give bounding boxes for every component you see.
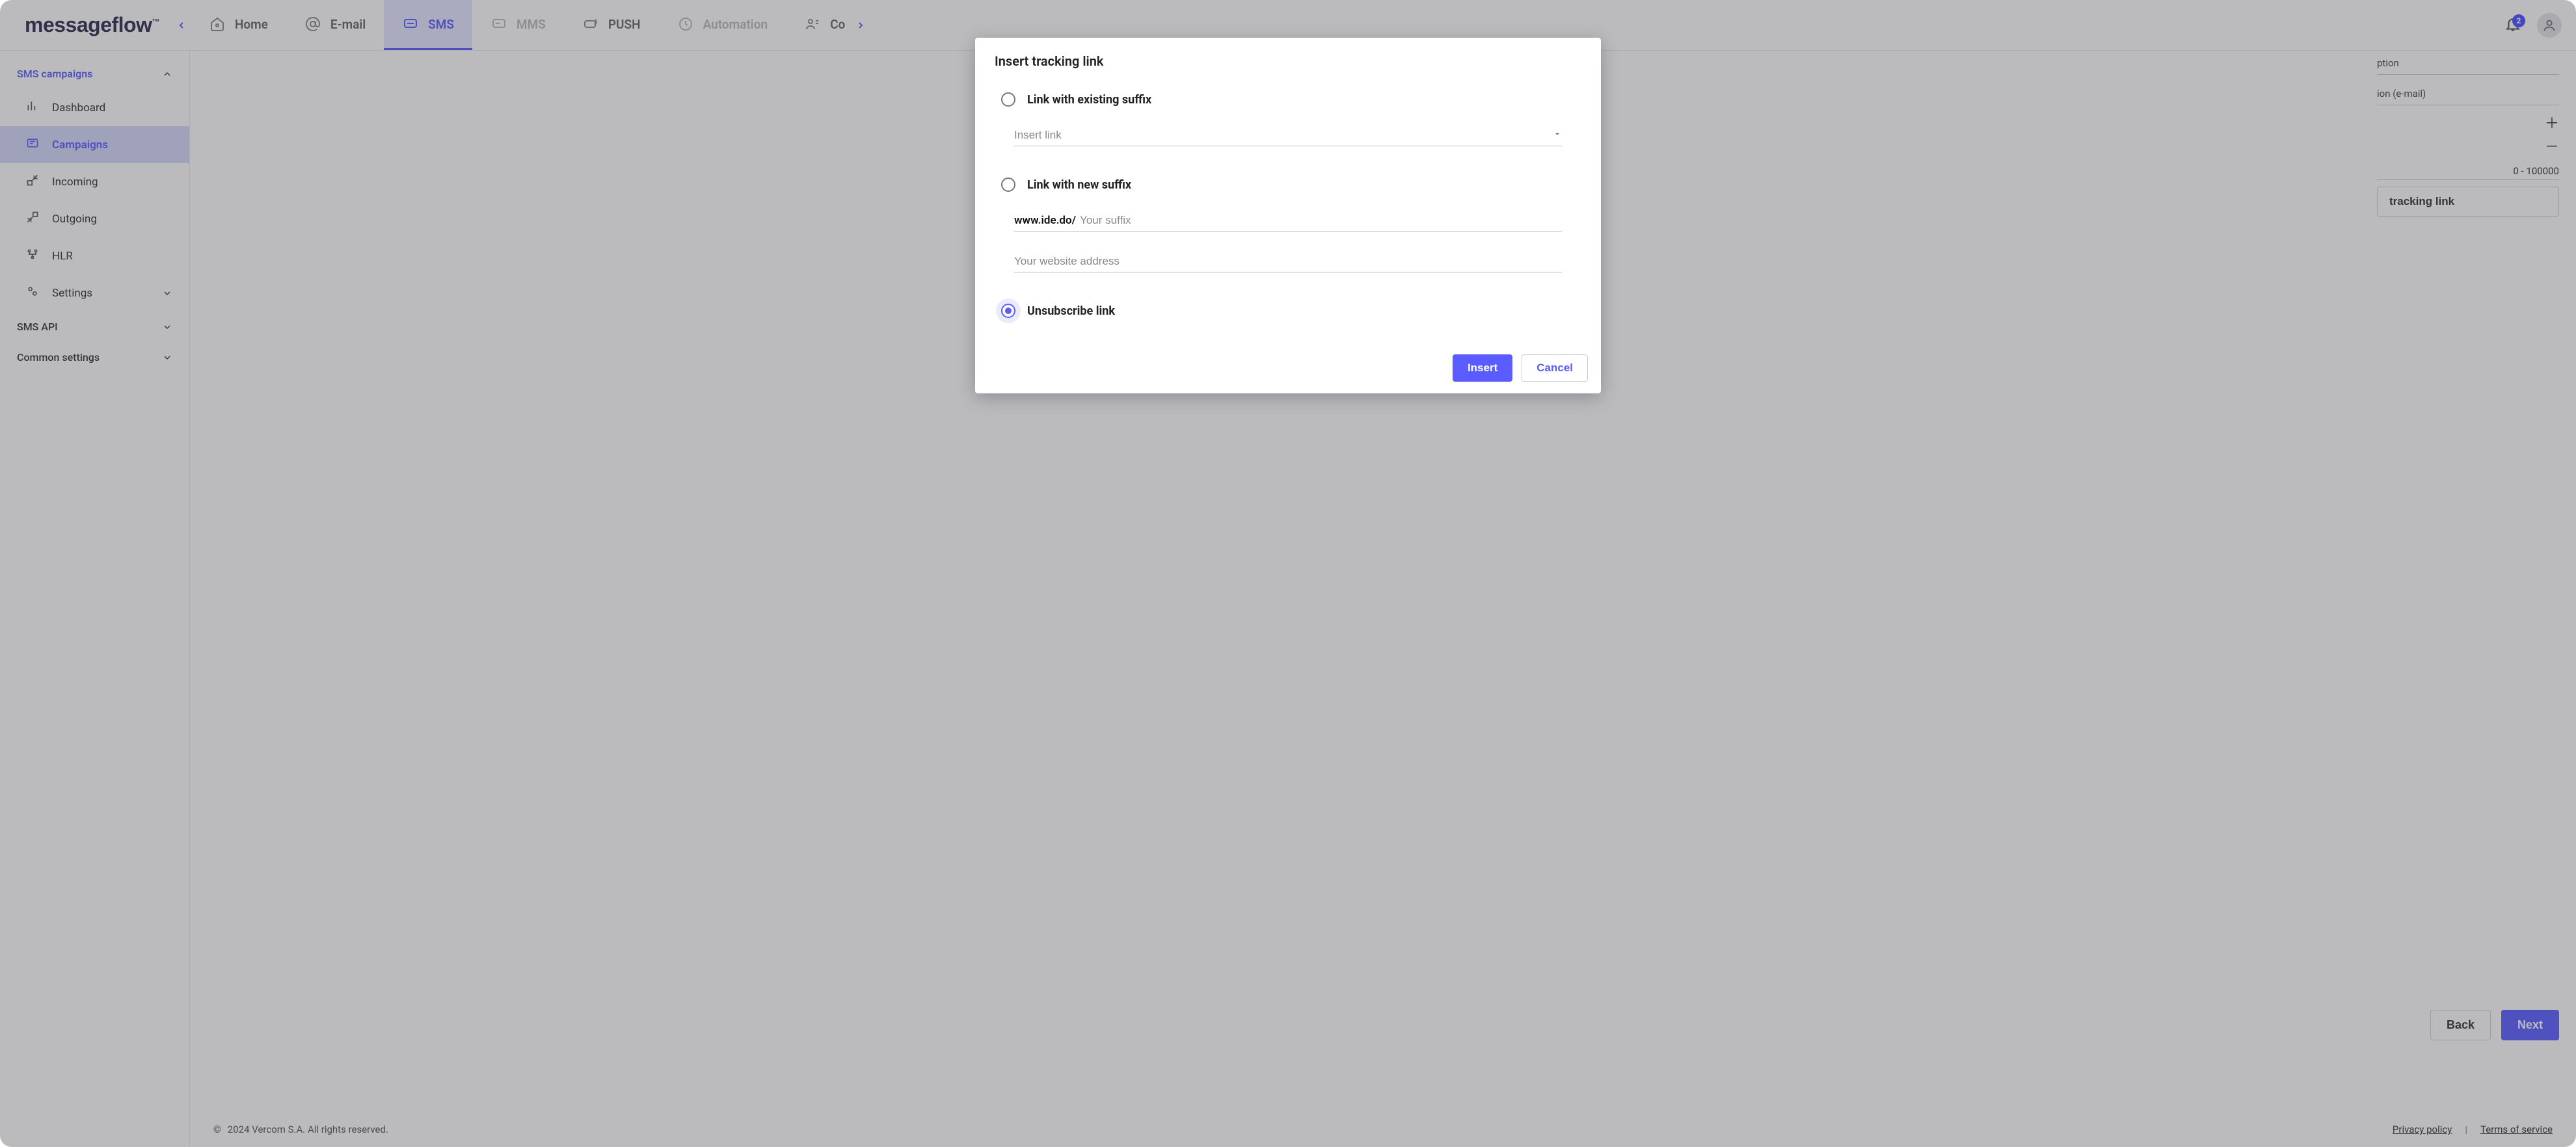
suffix-prefix: www.ide.do/	[1014, 214, 1076, 227]
radio-icon	[1001, 178, 1015, 192]
cancel-button[interactable]: Cancel	[1522, 354, 1588, 382]
insert-tracking-link-modal: Insert tracking link Link with existing …	[975, 38, 1601, 393]
insert-button[interactable]: Insert	[1453, 354, 1512, 382]
existing-link-select[interactable]	[1014, 124, 1562, 146]
website-address-field[interactable]	[1014, 250, 1562, 272]
new-suffix-input[interactable]	[1080, 214, 1562, 227]
dropdown-icon	[1553, 129, 1562, 142]
option-existing-suffix[interactable]: Link with existing suffix	[995, 79, 1581, 120]
modal-overlay[interactable]: Insert tracking link Link with existing …	[0, 0, 2576, 1147]
website-address-input[interactable]	[1014, 255, 1562, 268]
new-suffix-field[interactable]: www.ide.do/	[1014, 209, 1562, 231]
app-window: messageflow™ Home E-mail SM	[0, 0, 2576, 1147]
existing-link-input[interactable]	[1014, 129, 1549, 142]
option-unsubscribe-link[interactable]: Unsubscribe link	[995, 291, 1581, 331]
radio-icon-selected	[1001, 304, 1015, 318]
option-new-suffix[interactable]: Link with new suffix	[995, 165, 1581, 205]
radio-icon	[1001, 92, 1015, 107]
modal-title: Insert tracking link	[975, 38, 1601, 75]
